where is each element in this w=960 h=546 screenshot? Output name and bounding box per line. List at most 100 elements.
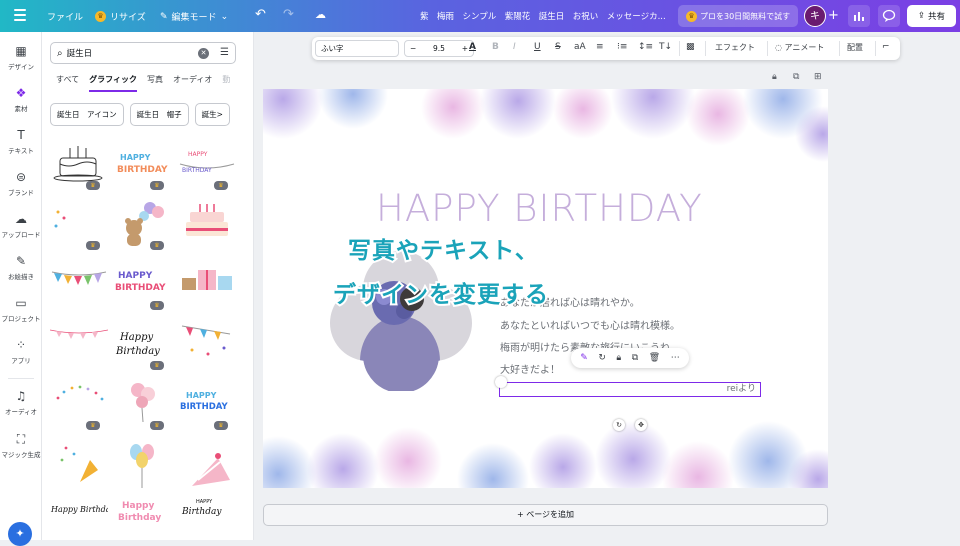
pro-trial-button[interactable]: ♛ プロを30日間無料で試す: [678, 5, 799, 27]
flower-photo-frame[interactable]: [330, 251, 472, 391]
graphic-confetti-arc[interactable]: ♛: [50, 378, 108, 432]
underline-icon[interactable]: U: [534, 42, 541, 52]
comment-button[interactable]: [878, 5, 900, 27]
line-spacing-icon[interactable]: ↕≡: [638, 42, 653, 52]
rail-item-apps[interactable]: ⁘ アプリ: [0, 338, 42, 365]
graphic-party-popper[interactable]: [50, 438, 108, 492]
align-icon[interactable]: ≡: [596, 42, 604, 52]
clear-icon[interactable]: ✕: [198, 48, 209, 59]
chip-birthday-hat[interactable]: 誕生日 帽子: [129, 103, 189, 126]
tab-graphics[interactable]: グラフィック: [89, 74, 137, 92]
position-button[interactable]: 配置: [847, 42, 863, 53]
resize-handle[interactable]: [495, 376, 507, 388]
graphic-layer-cake[interactable]: [178, 198, 236, 252]
graphic-color-balloons[interactable]: [114, 438, 172, 492]
rail-item-elements[interactable]: ❖ 素材: [0, 86, 42, 113]
increase-size-button[interactable]: +: [462, 44, 468, 53]
rail-item-brand[interactable]: ⊜ ブランド: [0, 170, 42, 197]
graphic-confetti-small[interactable]: ♛: [50, 198, 108, 252]
refresh-icon[interactable]: ↻: [598, 353, 606, 363]
message-line-4[interactable]: 大好きだよ！: [500, 361, 560, 376]
tab-audio[interactable]: オーディオ: [173, 74, 212, 92]
paint-format-icon[interactable]: ⌐: [882, 42, 890, 52]
rotate-icon[interactable]: ↻: [613, 419, 625, 431]
decrease-size-button[interactable]: −: [410, 44, 416, 53]
rail-item-magic[interactable]: ⛶ マジック生成: [0, 432, 42, 459]
menu-icon[interactable]: [14, 9, 26, 21]
move-icon[interactable]: ✥: [635, 419, 647, 431]
resize-button[interactable]: ♛ リサイズ: [95, 10, 146, 23]
graphic-happy-birthday-script[interactable]: Happy Birthday ♛: [114, 318, 172, 372]
rail-item-design[interactable]: ▦ デザイン: [0, 44, 42, 71]
graphic-happy-birthday-4[interactable]: Happy Birthday: [50, 498, 116, 540]
copy-icon[interactable]: ⧉: [632, 353, 638, 363]
message-line-2[interactable]: あなたといればいつでも心は晴れ模様。: [500, 317, 680, 332]
redo-icon[interactable]: ↷: [283, 7, 294, 22]
graphic-happy-birthday-2[interactable]: HAPPY BIRTHDAY ♛: [114, 258, 172, 312]
chip-birthday-icon[interactable]: 誕生日 アイコン: [50, 103, 124, 126]
letter-case-icon[interactable]: aA: [574, 42, 586, 52]
graphic-bear-balloons[interactable]: ♛: [114, 198, 172, 252]
lock-icon[interactable]: 🔒︎: [772, 72, 777, 82]
rail-item-draw[interactable]: ✎ お絵描き: [0, 254, 42, 281]
insights-button[interactable]: [848, 5, 870, 27]
trash-icon[interactable]: 🗑︎: [649, 353, 660, 363]
tab-photos[interactable]: 写真: [147, 74, 163, 92]
graphic-happy-birthday-3[interactable]: HAPPY BIRTHDAY ♛: [178, 378, 236, 432]
more-icon[interactable]: ⋯: [671, 353, 680, 363]
tab-all[interactable]: すべて: [56, 74, 79, 92]
search-input[interactable]: [66, 48, 187, 58]
text-color-icon[interactable]: A: [469, 42, 476, 52]
graphic-bunting[interactable]: [50, 258, 108, 312]
file-menu-button[interactable]: ファイル: [47, 10, 83, 23]
color-balloons-icon: [130, 444, 154, 488]
rail-item-audio[interactable]: ♫ オーディオ: [0, 389, 42, 416]
document-title[interactable]: 紫 梅雨 シンプル 紫陽花 誕生日 お祝い メッセージカ...: [420, 10, 666, 22]
animate-label: アニメート: [784, 43, 825, 52]
graphic-cake-sketch[interactable]: ♛: [50, 138, 108, 192]
magic-assistant-icon[interactable]: ✦: [8, 522, 32, 546]
share-button[interactable]: ⇪ 共有: [907, 5, 956, 27]
bold-icon[interactable]: B: [492, 42, 499, 52]
add-page-icon[interactable]: ⊞: [814, 72, 822, 82]
graphic-pennant-line[interactable]: [49, 318, 109, 372]
graphic-flag-garland[interactable]: [178, 318, 236, 372]
effects-button[interactable]: エフェクト: [715, 42, 755, 53]
animate-button[interactable]: ◌ アニメート: [775, 42, 824, 53]
graphic-happy-birthday-5[interactable]: Happy Birthday: [114, 498, 172, 540]
plus-icon[interactable]: +: [828, 8, 839, 23]
graphic-birthday-banner[interactable]: HAPPY BIRTHDAY ♛: [178, 138, 236, 192]
graphic-party-hat[interactable]: [178, 438, 236, 492]
rail-item-projects[interactable]: ▭ プロジェクト: [0, 296, 42, 323]
list-icon[interactable]: ⁝≡: [617, 42, 627, 52]
undo-icon[interactable]: ↶: [255, 7, 266, 22]
headline-text[interactable]: HAPPY BIRTHDAY: [376, 187, 703, 230]
font-size-value[interactable]: 9.5: [433, 44, 445, 53]
add-page-button[interactable]: + ページを追加: [263, 504, 828, 526]
font-family-select[interactable]: ふい字: [315, 40, 399, 57]
signature-textbox[interactable]: reiより: [499, 382, 761, 397]
graphic-happy-birthday-6[interactable]: HAPPY Birthday: [178, 498, 236, 540]
edit-mode-button[interactable]: ✎ 編集モード ⌄: [160, 10, 228, 24]
folder-icon: ▭: [15, 296, 27, 310]
magic-edit-icon[interactable]: ✎: [580, 353, 588, 363]
rail-item-text[interactable]: T テキスト: [0, 128, 42, 155]
lock-icon[interactable]: 🔒︎: [616, 353, 621, 363]
transparency-icon[interactable]: ▩: [686, 42, 695, 52]
vertical-text-icon[interactable]: T↓: [659, 42, 672, 52]
flag-garland-icon: [181, 325, 231, 356]
chip-birthday-more[interactable]: 誕生>: [194, 103, 230, 126]
avatar[interactable]: キ: [804, 5, 826, 27]
strikethrough-icon[interactable]: S: [555, 42, 561, 52]
filter-icon[interactable]: ☰: [220, 47, 229, 58]
toolbar-divider: [767, 41, 768, 56]
graphic-gift-boxes[interactable]: [178, 258, 236, 312]
cloud-save-icon[interactable]: ☁: [315, 8, 326, 21]
rail-label-brand: ブランド: [8, 189, 34, 197]
italic-icon[interactable]: I: [513, 42, 516, 52]
duplicate-page-icon[interactable]: ⧉: [793, 72, 799, 82]
graphic-happy-birthday-1[interactable]: HAPPY BIRTHDAY ♛: [114, 138, 172, 192]
tab-video[interactable]: 動: [222, 74, 230, 92]
rail-item-uploads[interactable]: ☁ アップロード: [0, 212, 42, 239]
graphic-pink-balloons[interactable]: ♛: [114, 378, 172, 432]
